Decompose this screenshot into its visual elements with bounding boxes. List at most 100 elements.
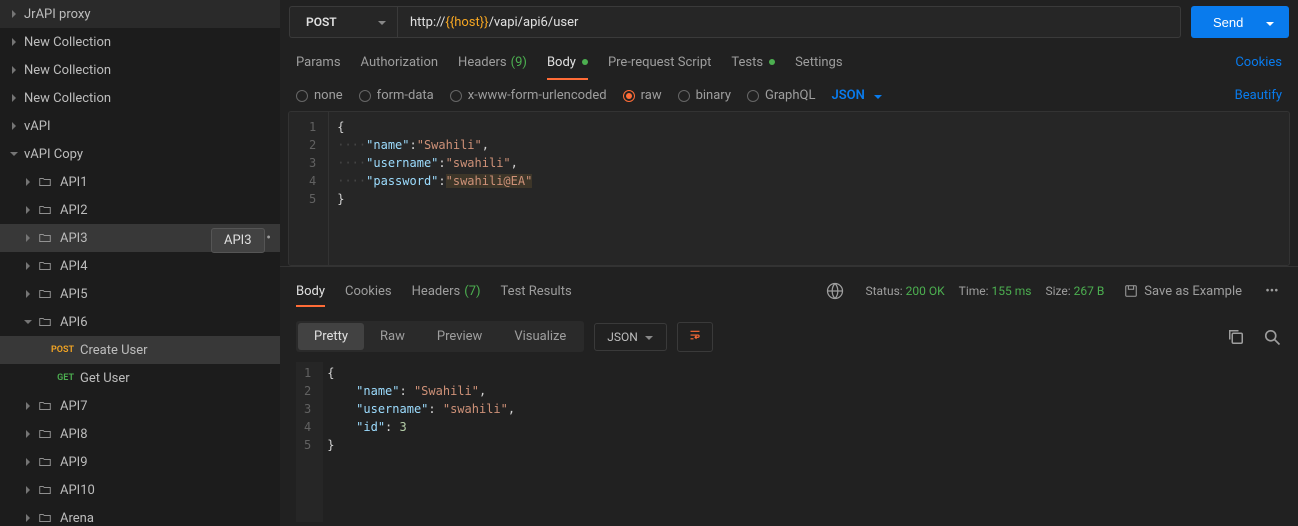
folder-icon [38,399,52,413]
response-tab-testresults[interactable]: Test Results [501,275,572,307]
folder-item[interactable]: API9 [0,448,280,476]
chevron-down-icon [873,91,883,101]
cookies-link[interactable]: Cookies [1235,55,1282,70]
collection-item[interactable]: JrAPI proxy [0,0,280,28]
response-format-select[interactable]: JSON [594,323,667,351]
folder-label: API9 [60,455,280,470]
copy-icon[interactable] [1226,327,1246,347]
code-area[interactable]: { ····"name":"Swahili", ····"username":"… [329,112,1289,265]
folder-icon [38,259,52,273]
tab-prerequest[interactable]: Pre-request Script [608,44,711,80]
radio-icon [747,90,759,102]
status-info: Status: 200 OK Time: 155 ms Size: 267 B [865,284,1104,298]
caret-right-icon [22,428,34,440]
request-item[interactable]: GET Get User [0,364,280,392]
folder-item[interactable]: API6 [0,308,280,336]
request-item[interactable]: POST Create User [0,336,280,364]
request-label: Get User [80,371,280,386]
send-button[interactable]: Send [1191,6,1289,38]
caret-right-icon [22,288,34,300]
folder-item[interactable]: API8 [0,420,280,448]
url-prefix: http:// [410,15,445,30]
code-area[interactable]: { "name": "Swahili", "username": "swahil… [323,362,1282,522]
tab-headers[interactable]: Headers(9) [458,44,527,80]
radio-icon [623,90,635,102]
chevron-down-icon [644,332,654,342]
method-value: POST [306,15,337,29]
folder-item[interactable]: API7 [0,392,280,420]
beautify-link[interactable]: Beautify [1235,88,1282,103]
request-body-editor[interactable]: 12345 { ····"name":"Swahili", ····"usern… [288,111,1290,266]
folder-label: API1 [60,175,280,190]
line-gutter: 12345 [296,362,323,522]
url-path: /vapi/api6/user [489,15,579,30]
folder-label: Arena [60,511,280,526]
folder-item[interactable]: API2 [0,196,280,224]
radio-icon [678,90,690,102]
collection-label: New Collection [24,63,280,78]
view-preview[interactable]: Preview [421,323,498,350]
globe-icon[interactable] [825,281,845,301]
folder-icon [38,231,52,245]
caret-right-icon [22,456,34,468]
body-type-formdata[interactable]: form-data [359,88,434,103]
more-icon[interactable]: ••• [1262,281,1282,301]
collection-item[interactable]: vAPI Copy [0,140,280,168]
caret-right-icon [22,176,34,188]
tab-tests[interactable]: Tests [731,44,775,80]
body-type-raw[interactable]: raw [623,88,662,103]
body-type-binary[interactable]: binary [678,88,731,103]
main-panel: POST http://{{host}}/vapi/api6/user Send… [280,0,1298,526]
response-tab-headers[interactable]: Headers(7) [412,275,481,307]
wrap-lines-button[interactable] [677,322,713,352]
body-type-graphql[interactable]: GraphQL [747,88,815,103]
chevron-down-icon [1265,17,1275,27]
caret-down-icon [8,148,20,160]
tab-body[interactable]: Body [547,44,588,80]
view-raw[interactable]: Raw [364,323,421,350]
view-mode-tabs: Pretty Raw Preview Visualize [296,321,584,352]
body-format-select[interactable]: JSON [831,88,882,103]
response-tab-cookies[interactable]: Cookies [345,275,392,307]
caret-right-icon [22,232,34,244]
response-size: 267 B [1074,284,1105,298]
send-label: Send [1213,15,1243,30]
folder-item[interactable]: API4 [0,252,280,280]
collection-label: vAPI Copy [24,147,280,162]
folder-item[interactable]: Arena [0,504,280,526]
folder-item[interactable]: API10 [0,476,280,504]
caret-right-icon [22,512,34,524]
search-icon[interactable] [1262,327,1282,347]
caret-right-icon [8,36,20,48]
request-label: Create User [80,343,280,358]
tab-settings[interactable]: Settings [795,44,842,80]
body-type-none[interactable]: none [296,88,343,103]
caret-right-icon [22,260,34,272]
tab-params[interactable]: Params [296,44,341,80]
folder-icon [38,203,52,217]
folder-icon [38,315,52,329]
view-visualize[interactable]: Visualize [498,323,582,350]
request-bar: POST http://{{host}}/vapi/api6/user Send [280,0,1298,44]
folder-item[interactable]: API1 [0,168,280,196]
collection-item[interactable]: vAPI [0,112,280,140]
folder-label: API5 [60,287,280,302]
method-select[interactable]: POST [289,6,397,38]
tab-authorization[interactable]: Authorization [361,44,439,80]
collections-sidebar[interactable]: JrAPI proxy New Collection New Collectio… [0,0,280,526]
folder-item[interactable]: API5 [0,280,280,308]
response-tab-body[interactable]: Body [296,275,325,307]
chevron-down-icon [377,17,387,27]
collection-item[interactable]: New Collection [0,84,280,112]
view-pretty[interactable]: Pretty [298,323,364,350]
collection-item[interactable]: New Collection [0,28,280,56]
modified-dot-icon [769,59,775,65]
url-input[interactable]: http://{{host}}/vapi/api6/user [397,6,1181,38]
collection-item[interactable]: New Collection [0,56,280,84]
folder-icon [38,175,52,189]
response-body-editor[interactable]: 12345 { "name": "Swahili", "username": "… [280,358,1298,526]
save-example-button[interactable]: Save as Example [1124,281,1242,301]
radio-icon [359,90,371,102]
body-type-urlencoded[interactable]: x-www-form-urlencoded [450,88,607,103]
caret-right-icon [8,120,20,132]
